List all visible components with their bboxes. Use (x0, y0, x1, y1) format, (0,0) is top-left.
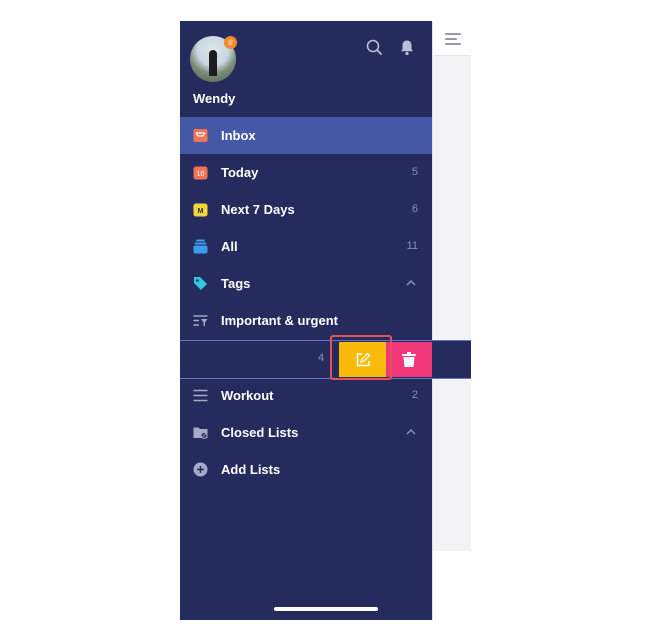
stack-icon (193, 239, 208, 254)
nav-label: All (221, 239, 238, 254)
nav-label: Tags (221, 276, 251, 291)
nav-item-workout[interactable]: Workout 2 (180, 377, 432, 414)
tag-icon (194, 277, 207, 290)
chevron-up-icon[interactable] (406, 279, 416, 287)
nav-label: Today (221, 165, 259, 180)
nav-count: 6 (411, 203, 418, 215)
crown-badge-icon: ♕ (224, 36, 237, 49)
navigation-drawer: ♕ Wendy Inbox 10 Today 5 M Next 7 Days 6… (180, 21, 432, 620)
inbox-icon (193, 129, 208, 142)
nav-label: Workout (221, 388, 274, 403)
nav-count: 5 (411, 166, 418, 178)
nav-count: 4 (318, 352, 325, 364)
app-screen: ♕ Wendy Inbox 10 Today 5 M Next 7 Days 6… (180, 21, 471, 620)
username: Wendy (193, 91, 236, 106)
nav-item-closed-lists[interactable]: Closed Lists (180, 414, 432, 451)
home-indicator (274, 607, 378, 611)
nav-label: Closed Lists (221, 425, 299, 440)
nav-item-tags[interactable]: Tags (180, 265, 432, 302)
nav-item-today[interactable]: 10 Today 5 (180, 154, 432, 191)
nav-label: Important & urgent (221, 313, 338, 328)
chevron-up-icon[interactable] (406, 428, 416, 436)
nav-item-important-urgent[interactable]: Important & urgent (180, 302, 432, 339)
list-icon (193, 389, 208, 402)
nav-count: 2 (411, 389, 418, 401)
delete-button[interactable] (386, 342, 432, 377)
nav-item-all[interactable]: All 11 (180, 228, 432, 265)
swiped-list-row[interactable]: 4 (180, 340, 471, 379)
nav-item-next-7-days[interactable]: M Next 7 Days 6 (180, 191, 432, 228)
search-icon[interactable] (366, 39, 382, 55)
calendar-day: 10 (197, 171, 205, 178)
main-header (433, 21, 471, 56)
nav-label: Inbox (221, 128, 256, 143)
nav-label: Add Lists (221, 462, 281, 477)
calendar-letter: M (198, 208, 204, 215)
folder-closed-icon (193, 427, 208, 439)
main-content-edge (432, 21, 471, 620)
main-footer (433, 551, 471, 620)
trash-icon (402, 352, 416, 367)
calendar-week-icon: M (193, 203, 208, 217)
nav-count: 11 (406, 240, 418, 252)
filter-icon (193, 315, 208, 327)
edit-button-highlight (330, 335, 392, 380)
nav-label: Next 7 Days (221, 202, 295, 217)
plus-circle-icon (193, 462, 208, 477)
add-lists-button[interactable]: Add Lists (180, 451, 432, 488)
menu-icon[interactable] (445, 33, 461, 48)
bell-icon[interactable] (399, 39, 415, 56)
calendar-today-icon: 10 (193, 166, 208, 180)
nav-item-inbox[interactable]: Inbox (180, 117, 432, 154)
